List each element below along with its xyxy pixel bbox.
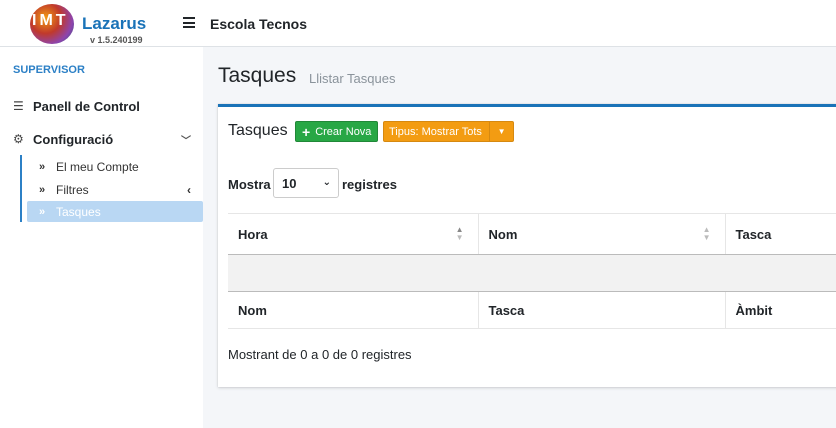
- double-chevron-right-icon: »: [39, 160, 46, 173]
- tasks-table: Hora ▲ ▼ Nom ▲ ▼ Tasca Nom Tasca Àmbit: [228, 213, 836, 329]
- create-new-button[interactable]: + Crear Nova: [295, 121, 379, 142]
- length-label: Mostra: [228, 177, 271, 192]
- column-header-tasca[interactable]: Tasca: [724, 213, 836, 255]
- plus-icon: +: [302, 123, 311, 140]
- column-header-nom[interactable]: Nom ▲ ▼: [477, 213, 725, 255]
- sidebar-subitem-tasques[interactable]: » Tasques: [27, 201, 203, 222]
- sidebar-subitem-label: El meu Compte: [56, 159, 139, 174]
- chevron-down-icon: ⌄: [322, 177, 331, 188]
- sort-icon: ▲ ▼: [455, 225, 464, 242]
- brand-logo-letters: IMT: [32, 12, 69, 29]
- table-info: Mostrant de 0 a 0 de 0 registres: [228, 347, 412, 362]
- column-footer-nom: Nom: [228, 291, 478, 329]
- type-filter-button[interactable]: Tipus: Mostrar Tots ▼: [383, 121, 514, 142]
- create-new-label: Crear Nova: [315, 125, 372, 138]
- chevron-down-icon: ﹀: [181, 135, 191, 147]
- page-title: Tasques: [218, 64, 297, 87]
- card-title: Tasques: [228, 122, 288, 139]
- sidebar: SUPERVISOR ☰ Panell de Control ⚙ Configu…: [0, 47, 203, 428]
- sidebar-item-configuracio[interactable]: ⚙ Configuració ﹀: [13, 128, 199, 150]
- tasks-card: Tasques + Crear Nova Tipus: Mostrar Tots…: [218, 104, 836, 387]
- sidebar-item-label: Panell de Control: [33, 98, 140, 114]
- sidebar-subitem-el-meu-compte[interactable]: » El meu Compte: [27, 156, 203, 177]
- double-chevron-right-icon: »: [39, 205, 46, 218]
- sidebar-subitem-filtres[interactable]: » Filtres ‹: [27, 179, 203, 200]
- column-footer-ambit: Àmbit: [724, 291, 836, 329]
- menu-toggle-icon[interactable]: [183, 17, 195, 28]
- chevron-left-icon: ‹: [187, 182, 191, 197]
- sidebar-subitem-label: Filtres: [56, 182, 89, 197]
- cogs-icon: ⚙: [13, 132, 24, 146]
- column-header-hora[interactable]: Hora ▲ ▼: [228, 213, 478, 255]
- page-subtitle: Llistar Tasques: [309, 71, 396, 86]
- brand-name: Lazarus: [82, 14, 147, 33]
- column-footer-tasca: Tasca: [477, 291, 725, 329]
- sidebar-section-title: SUPERVISOR: [13, 64, 85, 76]
- length-select[interactable]: 10 ⌄: [273, 168, 339, 198]
- type-filter-label: Tipus: Mostrar Tots: [389, 125, 482, 138]
- brand-version: v 1.5.240199: [90, 35, 143, 45]
- sidebar-item-label: Configuració: [33, 131, 114, 147]
- sidebar-item-panell-de-control[interactable]: ☰ Panell de Control: [13, 95, 199, 117]
- top-navbar: IMT Lazarus v 1.5.240199 Escola Tecnos: [0, 0, 836, 47]
- table-row: [228, 254, 836, 292]
- school-name: Escola Tecnos: [210, 16, 308, 32]
- empty-cell: [478, 254, 725, 292]
- brand[interactable]: IMT Lazarus v 1.5.240199: [0, 0, 203, 47]
- sort-icon: ▲ ▼: [702, 225, 711, 242]
- empty-cell: [228, 254, 478, 292]
- length-select-value: 10: [282, 175, 297, 191]
- length-suffix: registres: [342, 177, 397, 192]
- list-icon: ☰: [13, 99, 24, 113]
- double-chevron-right-icon: »: [39, 183, 46, 196]
- sidebar-subitem-label: Tasques: [56, 204, 101, 219]
- empty-cell: [725, 254, 836, 292]
- subnav-indicator: [20, 155, 22, 222]
- caret-down-icon[interactable]: ▼: [489, 122, 513, 141]
